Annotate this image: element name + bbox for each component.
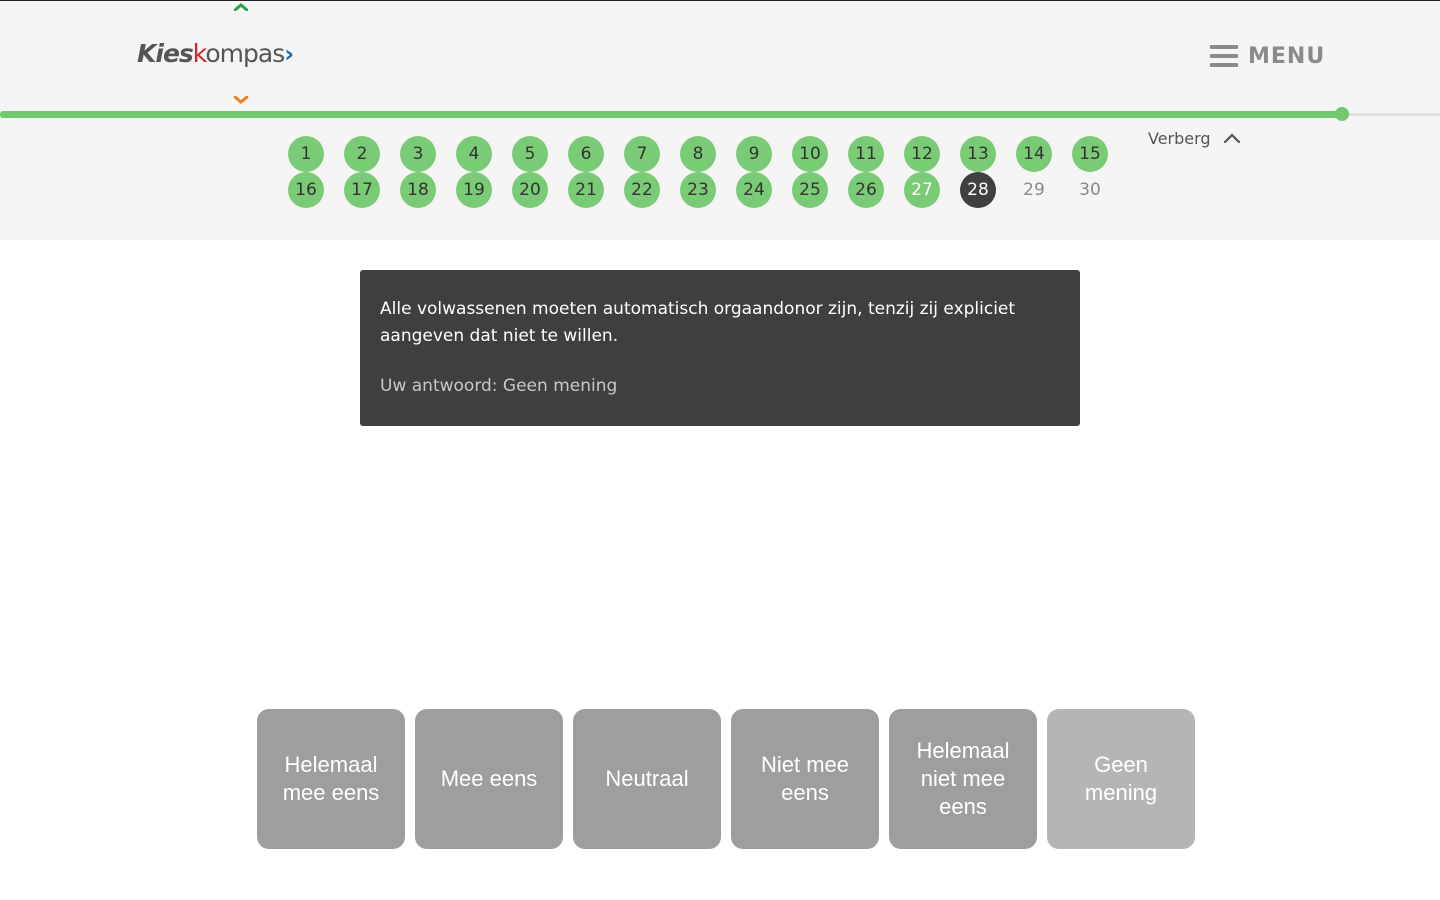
statement-number-15[interactable]: 15: [1072, 136, 1108, 172]
statement-row: 16 17 18 19 20 21 22 23 24 25 26 27 28 29 30: [288, 172, 1128, 208]
statement-number-1[interactable]: 1: [288, 136, 324, 172]
statement-number-10[interactable]: 10: [792, 136, 828, 172]
statement-number-14[interactable]: 14: [1016, 136, 1052, 172]
chevron-up-icon: [1223, 133, 1240, 144]
logo-arrow-icon: ›: [284, 40, 294, 68]
progress-knob: [1335, 107, 1349, 121]
statement-number-27[interactable]: 27: [904, 172, 940, 208]
kieskompas-logo[interactable]: Kieskompas›: [137, 39, 294, 68]
statement-number-26[interactable]: 26: [848, 172, 884, 208]
menu-label: MENU: [1248, 43, 1326, 69]
statement-number-25[interactable]: 25: [792, 172, 828, 208]
header-bar: Kieskompas› MENU 1 2 3 4 5 6 7 8 9 10 11 12 13 14 15 1…: [0, 0, 1440, 240]
progress-fill: [0, 111, 1342, 118]
statement-number-21[interactable]: 21: [568, 172, 604, 208]
hide-navigator-toggle[interactable]: Verberg: [1148, 129, 1241, 148]
statement-text: Alle volwassenen moeten automatisch orga…: [380, 299, 1016, 346]
answer-button-helemaal-mee-eens[interactable]: Helemaal mee eens: [257, 709, 405, 849]
statement-number-9[interactable]: 9: [736, 136, 772, 172]
statement-number-6[interactable]: 6: [568, 136, 604, 172]
statement-number-8[interactable]: 8: [680, 136, 716, 172]
answer-button-helemaal-niet-mee-eens[interactable]: Helemaal niet mee eens: [889, 709, 1037, 849]
statement-number-2[interactable]: 2: [344, 136, 380, 172]
statement-number-12[interactable]: 12: [904, 136, 940, 172]
statement-number-11[interactable]: 11: [848, 136, 884, 172]
statement-number-7[interactable]: 7: [624, 136, 660, 172]
statement-number-29[interactable]: 29: [1016, 172, 1052, 208]
menu-button[interactable]: MENU: [1210, 41, 1325, 71]
statement-number-23[interactable]: 23: [680, 172, 716, 208]
statement-number-5[interactable]: 5: [512, 136, 548, 172]
statement-navigator: 1 2 3 4 5 6 7 8 9 10 11 12 13 14 15 16 17 18 19 20 21 22 23 24…: [288, 136, 1128, 208]
logo-text-ompas: ompas: [205, 39, 285, 68]
statement-card: Alle volwassenen moeten automatisch orga…: [360, 270, 1080, 426]
statement-row: 1 2 3 4 5 6 7 8 9 10 11 12 13 14 15: [288, 136, 1128, 172]
answer-options: Helemaal mee eens Mee eens Neutraal Niet me…: [257, 709, 1195, 849]
chevron-up-icon: [234, 3, 248, 11]
hamburger-icon: [1210, 45, 1238, 67]
statement-number-22[interactable]: 22: [624, 172, 660, 208]
statement-number-30[interactable]: 30: [1072, 172, 1108, 208]
current-answer: Uw antwoord: Geen mening: [380, 376, 618, 396]
statement-number-19[interactable]: 19: [456, 172, 492, 208]
statement-number-28[interactable]: 28: [960, 172, 996, 208]
chevron-down-icon: [234, 96, 248, 104]
statement-number-13[interactable]: 13: [960, 136, 996, 172]
statement-number-17[interactable]: 17: [344, 172, 380, 208]
logo-text-k: k: [192, 39, 207, 68]
statement-number-18[interactable]: 18: [400, 172, 436, 208]
logo-text-kies: Kies: [137, 39, 194, 68]
answer-button-mee-eens[interactable]: Mee eens: [415, 709, 563, 849]
answer-button-geen-mening[interactable]: Geen mening: [1047, 709, 1195, 849]
statement-number-16[interactable]: 16: [288, 172, 324, 208]
answer-button-niet-mee-eens[interactable]: Niet mee eens: [731, 709, 879, 849]
statement-number-3[interactable]: 3: [400, 136, 436, 172]
statement-number-24[interactable]: 24: [736, 172, 772, 208]
answer-button-neutraal[interactable]: Neutraal: [573, 709, 721, 849]
hide-toggle-label: Verberg: [1148, 129, 1211, 148]
statement-number-20[interactable]: 20: [512, 172, 548, 208]
statement-number-4[interactable]: 4: [456, 136, 492, 172]
